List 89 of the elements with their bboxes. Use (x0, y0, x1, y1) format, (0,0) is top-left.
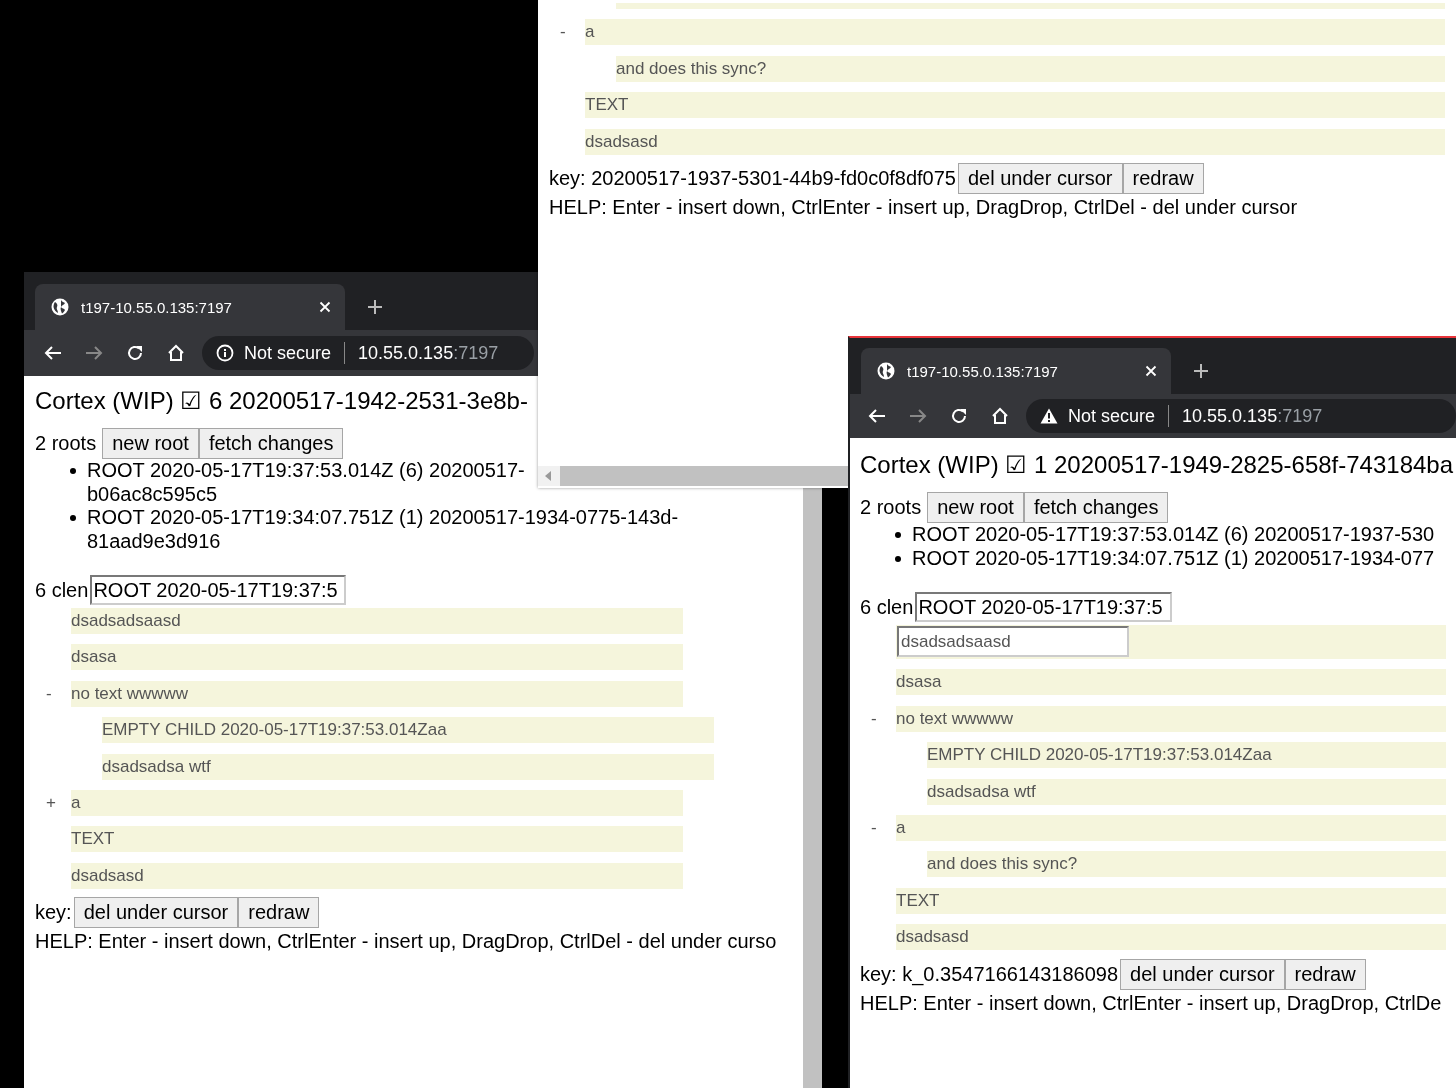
back-icon[interactable] (868, 408, 886, 424)
action-button[interactable]: new root (102, 428, 199, 459)
root-title-field[interactable]: ROOT 2020-05-17T19:37:5 (90, 575, 347, 605)
roots-count: 2 roots (860, 496, 922, 519)
roots-count: 2 roots (35, 432, 97, 455)
info-icon (216, 344, 234, 362)
tree-row[interactable]: dsadsasd (896, 924, 1446, 951)
globe-icon (877, 362, 895, 380)
root-link[interactable]: b06ac8c595c5 (87, 482, 218, 506)
security-label[interactable]: Not secure (244, 342, 332, 364)
root-link[interactable]: ROOT 2020-05-17T19:34:07.751Z (1) 20200517-1934-0775-143d- (87, 506, 679, 530)
bullet-icon (70, 468, 76, 474)
forward-icon[interactable] (85, 345, 103, 361)
tree-row[interactable]: EMPTY CHILD 2020-05-17T19:37:53.014Zaa (927, 742, 1446, 769)
page-title: Cortex (WIP) ☑ 6 20200517-1942-2531-3e8b- (35, 386, 528, 416)
tree-row[interactable]: no text wwwww (896, 705, 1446, 732)
browser-tab[interactable]: t197-10.55.0.135:7197 (35, 284, 345, 330)
action-button[interactable]: del under cursor (958, 162, 1123, 194)
bullet-icon (895, 532, 901, 538)
action-button[interactable]: fetch changes (1023, 492, 1169, 523)
action-button[interactable]: del under cursor (1120, 958, 1285, 990)
tab-title: t197-10.55.0.135:7197 (907, 362, 1059, 380)
tree-row[interactable]: dsadsadsa wtf (102, 753, 714, 780)
tab-title: t197-10.55.0.135:7197 (81, 298, 233, 316)
tree-row[interactable]: a (71, 789, 683, 816)
action-button[interactable]: new root (927, 492, 1024, 523)
vertical-scrollbar[interactable] (803, 488, 822, 1088)
home-icon[interactable] (991, 407, 1009, 425)
tree-row[interactable]: dsadsadsaasd (71, 608, 683, 634)
root-link[interactable]: 81aad9e3d916 (87, 529, 221, 553)
root-title-field[interactable]: ROOT 2020-05-17T19:37:5 (915, 592, 1173, 622)
key-label: key: (35, 901, 72, 925)
bullet-icon (70, 515, 76, 521)
new-tab-icon[interactable] (1193, 363, 1209, 379)
root-link[interactable]: ROOT 2020-05-17T19:37:53.014Z (6) 20200517-1937-530 (912, 523, 1435, 547)
tree-row[interactable]: dsasa (896, 669, 1446, 696)
tree-row[interactable]: dsasa (71, 644, 683, 671)
key-label: key: 20200517-1937-5301-44b9-fd0c0f8df075 (549, 166, 956, 190)
input-field[interactable]: dsadsadsaasd (897, 626, 1129, 657)
tree-row[interactable]: dsadsasd (71, 862, 683, 889)
help-text: HELP: Enter - insert down, CtrlEnter - insert up, DragDrop, CtrlDel - del under cursor (549, 194, 1298, 220)
tree-row[interactable]: TEXT (896, 887, 1446, 914)
tree-row[interactable]: a (585, 19, 1445, 46)
close-icon[interactable] (319, 301, 331, 313)
expand-toggle[interactable]: - (871, 817, 877, 837)
home-icon[interactable] (167, 344, 185, 362)
tree-row[interactable]: dsadsasd (585, 128, 1445, 155)
reload-icon[interactable] (126, 344, 144, 362)
close-icon[interactable] (1145, 365, 1157, 377)
expand-toggle[interactable]: - (871, 708, 877, 728)
reload-icon[interactable] (950, 407, 968, 425)
security-label[interactable]: Not secure (1068, 405, 1156, 427)
tree-row[interactable]: no text wwwww (71, 680, 683, 707)
action-button[interactable]: fetch changes (198, 428, 344, 459)
expand-toggle[interactable]: + (46, 792, 56, 812)
action-button[interactable]: redraw (238, 897, 320, 929)
warning-icon (1040, 408, 1058, 424)
action-button[interactable]: redraw (1284, 958, 1366, 990)
tree-row[interactable]: EMPTY CHILD 2020-05-17T19:37:53.014Zaa (102, 717, 714, 744)
new-tab-icon[interactable] (367, 299, 383, 315)
action-button[interactable]: redraw (1122, 162, 1204, 194)
node-count: 6 clen (35, 578, 89, 602)
action-button[interactable]: del under cursor (73, 897, 239, 929)
globe-icon (51, 298, 69, 316)
address-bar[interactable]: Not secure 10.55.0.135:7197 (202, 336, 534, 370)
browser-tab[interactable]: t197-10.55.0.135:7197 (861, 348, 1171, 394)
url-text: 10.55.0.135:7197 (1182, 405, 1323, 427)
tree-row[interactable]: dsadsadsaasd (896, 625, 1446, 659)
page-title: Cortex (WIP) ☑ 1 20200517-1949-2825-658f-743184ba (860, 450, 1454, 480)
root-link[interactable]: ROOT 2020-05-17T19:37:53.014Z (6) 20200517- (87, 459, 525, 483)
node-count: 6 clen (860, 595, 914, 619)
horizontal-scrollbar[interactable] (538, 466, 848, 486)
back-icon[interactable] (44, 345, 62, 361)
url-text: 10.55.0.135:7197 (358, 342, 499, 364)
help-text: HELP: Enter - insert down, CtrlEnter - insert up, DragDrop, CtrlDe (860, 990, 1442, 1016)
address-bar[interactable]: Not secure 10.55.0.135:7197 (1026, 399, 1456, 433)
tree-row[interactable]: a (896, 814, 1446, 841)
tree-row[interactable]: dsadsadsa wtf (927, 778, 1446, 805)
tree-row[interactable]: and does this sync? (616, 55, 1445, 82)
tree-row[interactable]: and does this sync? (927, 851, 1446, 878)
tree-row[interactable]: TEXT (71, 826, 683, 853)
expand-toggle[interactable]: - (560, 22, 566, 42)
help-text: HELP: Enter - insert down, CtrlEnter - insert up, DragDrop, CtrlDel - del under curso (35, 929, 777, 955)
key-label: key: k_0.3547166143186098 (860, 962, 1118, 986)
expand-toggle[interactable]: - (46, 683, 52, 703)
forward-icon[interactable] (909, 408, 927, 424)
bullet-icon (895, 555, 901, 562)
root-link[interactable]: ROOT 2020-05-17T19:34:07.751Z (1) 20200517-1934-077 (912, 546, 1435, 570)
tree-row[interactable]: TEXT (585, 92, 1445, 119)
